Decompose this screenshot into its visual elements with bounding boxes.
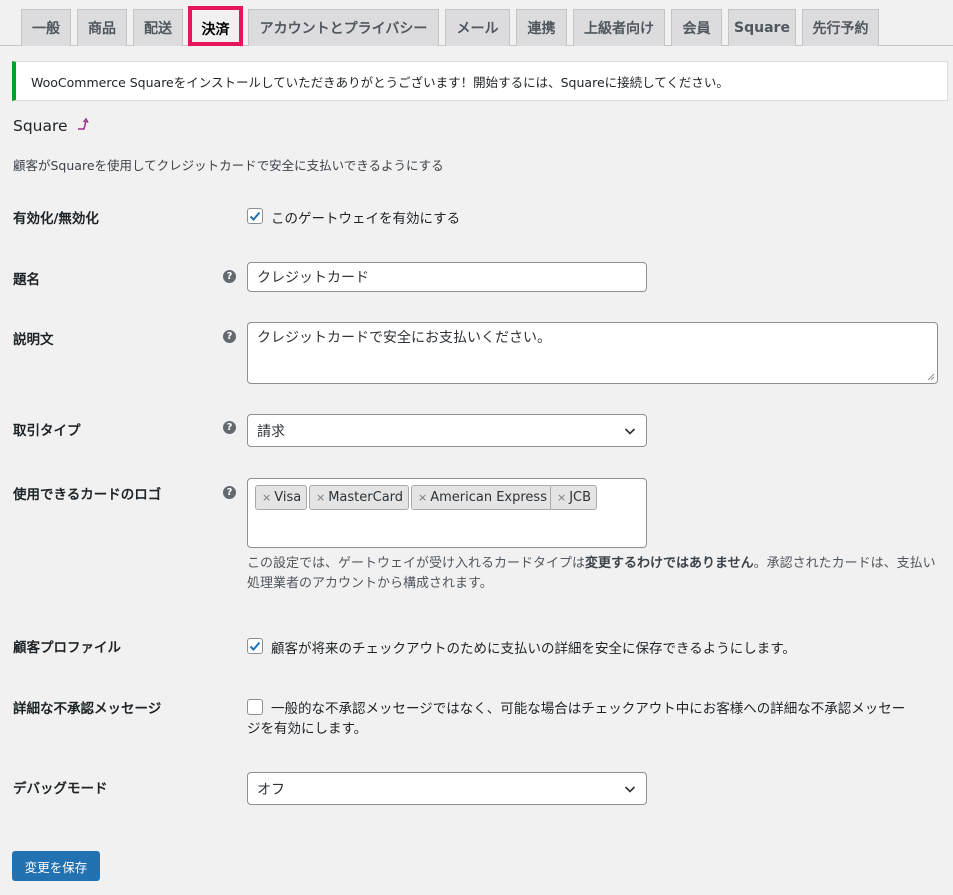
customer-profiles-label: 顧客プロファイル bbox=[13, 640, 121, 656]
remove-icon[interactable]: × bbox=[557, 491, 566, 504]
return-up-arrow-icon[interactable] bbox=[76, 117, 90, 135]
title-label: 題名 bbox=[13, 272, 40, 288]
card-chip[interactable]: × American Express bbox=[411, 485, 553, 510]
chevron-down-icon bbox=[624, 785, 636, 793]
tab-accounts-privacy[interactable]: アカウントとプライバシー bbox=[248, 9, 439, 46]
tab-label: 配送 bbox=[144, 21, 172, 37]
checkmark-icon bbox=[249, 211, 261, 221]
card-chip[interactable]: × Visa bbox=[255, 485, 308, 510]
save-button-label: 変更を保存 bbox=[24, 859, 88, 875]
description-label: 説明文 bbox=[13, 332, 54, 348]
description-textarea[interactable]: クレジットカードで安全にお支払いください。 bbox=[247, 322, 938, 384]
title-input-value: クレジットカード bbox=[257, 270, 369, 286]
transaction-type-select[interactable]: 請求 bbox=[247, 414, 647, 447]
remove-icon[interactable]: × bbox=[316, 491, 325, 504]
card-logos-multiselect[interactable]: × Visa × MasterCard × American Express × JCB bbox=[247, 478, 647, 548]
customer-profiles-checkbox[interactable] bbox=[247, 638, 263, 654]
detailed-decline-checkbox-label-line1: 一般的な不承認メッセージではなく、可能な場合はチェックアウト中にお客様への詳細な… bbox=[271, 701, 906, 717]
section-title: Square bbox=[13, 117, 90, 135]
save-button[interactable]: 変更を保存 bbox=[12, 851, 100, 881]
notice-text: WooCommerce Squareをインストールしていただきありがとうございま… bbox=[31, 74, 729, 90]
settings-tabs: 一般 商品 配送 決済 アカウントとプライバシー メール 連携 上級者向け 会員… bbox=[0, 0, 953, 47]
help-icon[interactable]: ? bbox=[223, 421, 236, 434]
tab-integration[interactable]: 連携 bbox=[516, 9, 567, 46]
card-chip[interactable]: × JCB bbox=[550, 485, 598, 510]
section-description: 顧客がSquareを使用してクレジットカードで安全に支払いできるようにする bbox=[13, 158, 444, 173]
tab-label: 決済 bbox=[201, 21, 230, 38]
checkmark-icon bbox=[249, 641, 261, 651]
chip-label: JCB bbox=[569, 490, 592, 505]
tab-label: 会員 bbox=[682, 21, 711, 37]
enable-label: 有効化/無効化 bbox=[13, 211, 99, 227]
title-input[interactable]: クレジットカード bbox=[247, 262, 647, 292]
transaction-type-label: 取引タイプ bbox=[13, 423, 81, 439]
tab-emails[interactable]: メール bbox=[445, 9, 510, 46]
tab-shipping[interactable]: 配送 bbox=[133, 9, 183, 46]
tab-label: 連携 bbox=[527, 21, 556, 37]
help-icon[interactable]: ? bbox=[223, 330, 236, 343]
help-text-prefix: この設定では、ゲートウェイが受け入れるカードタイプは bbox=[247, 556, 586, 571]
help-text-bold: 変更するわけではありません bbox=[585, 556, 754, 571]
tab-label: メール bbox=[456, 21, 499, 37]
tab-products[interactable]: 商品 bbox=[77, 9, 127, 46]
tab-label: Square bbox=[734, 20, 790, 36]
chip-label: American Express bbox=[430, 490, 547, 505]
tab-label: 先行予約 bbox=[812, 21, 869, 37]
debug-mode-value: オフ bbox=[257, 781, 285, 798]
tab-label: 一般 bbox=[32, 21, 60, 37]
install-notice: WooCommerce Squareをインストールしていただきありがとうございま… bbox=[12, 61, 948, 101]
tab-square[interactable]: Square bbox=[728, 9, 796, 46]
help-icon[interactable]: ? bbox=[223, 486, 236, 499]
debug-mode-label: デバッグモード bbox=[13, 781, 108, 797]
chip-label: Visa bbox=[274, 490, 302, 505]
enable-checkbox-label: このゲートウェイを有効にする bbox=[271, 211, 461, 227]
tab-pre-orders[interactable]: 先行予約 bbox=[802, 9, 879, 46]
help-icon[interactable]: ? bbox=[223, 270, 236, 283]
remove-icon[interactable]: × bbox=[418, 491, 427, 504]
tab-label: 上級者向け bbox=[584, 21, 654, 37]
detailed-decline-checkbox[interactable] bbox=[247, 699, 263, 715]
detailed-decline-checkbox-label-line2: ジを有効にします。 bbox=[247, 721, 368, 737]
description-value: クレジットカードで安全にお支払いください。 bbox=[257, 330, 551, 346]
remove-icon[interactable]: × bbox=[262, 491, 271, 504]
tab-advanced[interactable]: 上級者向け bbox=[573, 9, 665, 46]
tab-label: 商品 bbox=[88, 21, 116, 37]
tab-label: アカウントとプライバシー bbox=[259, 21, 428, 37]
customer-profiles-checkbox-label: 顧客が将来のチェックアウトのために支払いの詳細を安全に保存できるようにします。 bbox=[271, 641, 796, 657]
debug-mode-select[interactable]: オフ bbox=[247, 772, 647, 805]
tab-memberships[interactable]: 会員 bbox=[671, 9, 722, 46]
tab-general[interactable]: 一般 bbox=[21, 9, 71, 46]
transaction-type-value: 請求 bbox=[257, 423, 285, 440]
chevron-down-icon bbox=[624, 427, 636, 435]
detailed-decline-label: 詳細な不承認メッセージ bbox=[13, 701, 162, 717]
card-logos-help-text: この設定では、ゲートウェイが受け入れるカードタイプは変更するわけではありません。… bbox=[247, 554, 937, 594]
tab-payments[interactable]: 決済 bbox=[190, 9, 241, 47]
enable-checkbox[interactable] bbox=[247, 208, 263, 224]
section-title-text: Square bbox=[13, 117, 68, 135]
chip-label: MasterCard bbox=[328, 490, 404, 505]
card-chip[interactable]: × MasterCard bbox=[309, 485, 410, 510]
resize-handle-icon[interactable] bbox=[927, 373, 935, 381]
card-logos-label: 使用できるカードのロゴ bbox=[13, 487, 162, 503]
